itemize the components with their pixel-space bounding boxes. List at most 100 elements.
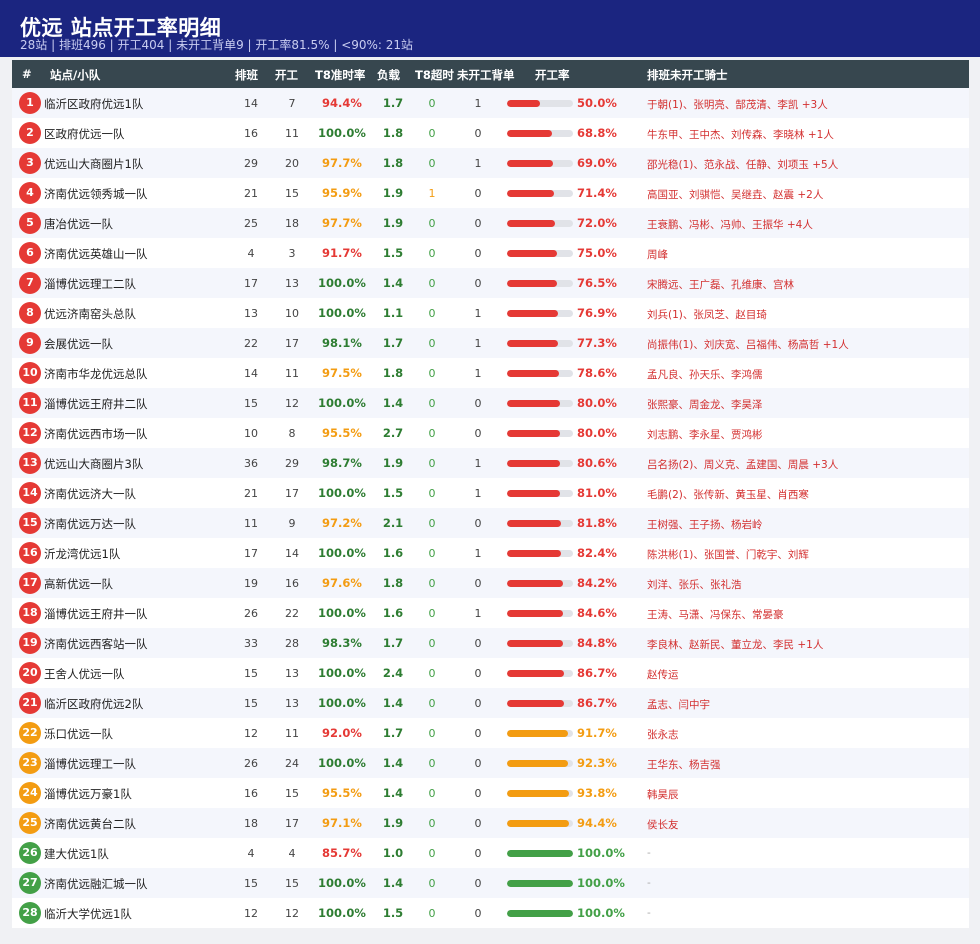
table-row[interactable]: 7 淄博优远理工二队 17 13 100.0% 1.4 0 0 76.5% 宋腾远、王广磊、孔维康… <box>12 268 969 298</box>
rank-badge: 24 <box>19 782 41 804</box>
load-value: 1.7 <box>382 96 404 110</box>
work-rate-value: 50.0% <box>577 96 617 110</box>
table-row[interactable]: 9 会展优远一队 22 17 98.1% 1.7 0 1 77.3% 尚振伟(1)、刘庆宽、吕福伟… <box>12 328 969 358</box>
col-working: 开工 <box>275 68 298 82</box>
work-rate-bar-fill <box>507 820 570 827</box>
table-row[interactable]: 6 济南优远英雄山一队 4 3 91.7% 1.5 0 0 75.0% 周峰 <box>12 238 969 268</box>
not-working-count: 0 <box>474 217 482 230</box>
t8-rate: 98.7% <box>322 456 362 470</box>
load-value: 1.7 <box>382 336 404 350</box>
table-row[interactable]: 10 济南市华龙优远总队 14 11 97.5% 1.8 0 1 78.6% 孟凡良、孙天乐、李鸿… <box>12 358 969 388</box>
t8-rate: 85.7% <box>322 846 362 860</box>
table-row[interactable]: 16 沂龙湾优远1队 17 14 100.0% 1.6 0 1 82.4% 陈洪彬(1)、张国誉、… <box>12 538 969 568</box>
table-row[interactable]: 4 济南优远领秀城一队 21 15 95.9% 1.9 1 0 71.4% 高国亚、刘骐恺、吴继垚… <box>12 178 969 208</box>
not-working-count: 0 <box>474 577 482 590</box>
not-working-count: 1 <box>474 457 482 470</box>
not-working-count: 1 <box>474 157 482 170</box>
table-row[interactable]: 1 临沂区政府优远1队 14 7 94.4% 1.7 0 1 50.0% 于朝(1)、张明亮、郜茂… <box>12 88 969 118</box>
not-working-count: 0 <box>474 397 482 410</box>
t8-overtime-count: 0 <box>428 727 436 740</box>
work-rate-bar-fill <box>507 100 540 107</box>
t8-overtime-count: 0 <box>428 877 436 890</box>
t8-overtime-count: 0 <box>428 847 436 860</box>
table-row[interactable]: 26 建大优远1队 4 4 85.7% 1.0 0 0 100.0% - <box>12 838 969 868</box>
work-rate-bar-fill <box>507 610 563 617</box>
rank-badge: 3 <box>19 152 41 174</box>
table-row[interactable]: 23 淄博优远理工一队 26 24 100.0% 1.4 0 0 92.3% 王华东、杨吉强 <box>12 748 969 778</box>
scheduled-count: 14 <box>244 97 258 110</box>
table-row[interactable]: 8 优远济南窑头总队 13 10 100.0% 1.1 0 1 76.9% 刘兵(1)、张凤芝、赵… <box>12 298 969 328</box>
work-rate-bar-fill <box>507 310 558 317</box>
table-row[interactable]: 13 优远山大商圈片3队 36 29 98.7% 1.9 0 1 80.6% 吕名扬(2)、周义克… <box>12 448 969 478</box>
work-rate-bar <box>507 490 573 497</box>
working-count: 28 <box>285 637 299 650</box>
table-row[interactable]: 27 济南优远融汇城一队 15 15 100.0% 1.4 0 0 100.0% - <box>12 868 969 898</box>
rank-badge: 11 <box>19 392 41 414</box>
table-row[interactable]: 5 唐冶优远一队 25 18 97.7% 1.9 0 0 72.0% 王衰鹏、冯彬、冯帅、王振华 … <box>12 208 969 238</box>
scheduled-count: 33 <box>244 637 258 650</box>
t8-rate: 100.0% <box>318 606 366 620</box>
table-row[interactable]: 17 高新优远一队 19 16 97.6% 1.8 0 0 84.2% 刘洋、张乐、张礼浩 <box>12 568 969 598</box>
load-value: 1.6 <box>382 546 404 560</box>
table-row[interactable]: 21 临沂区政府优远2队 15 13 100.0% 1.4 0 0 86.7% 孟志、闫中宇 <box>12 688 969 718</box>
table-row[interactable]: 2 区政府优远一队 16 11 100.0% 1.8 0 0 68.8% 牛东甲、王中杰、刘传森、… <box>12 118 969 148</box>
rank-badge: 7 <box>19 272 41 294</box>
table-row[interactable]: 3 优远山大商圈片1队 29 20 97.7% 1.8 0 1 69.0% 邵光稳(1)、范永战、… <box>12 148 969 178</box>
working-count: 18 <box>285 217 299 230</box>
work-rate-bar-fill <box>507 190 555 197</box>
rank-badge: 8 <box>19 302 41 324</box>
work-rate-value: 71.4% <box>577 186 617 200</box>
scheduled-count: 22 <box>244 337 258 350</box>
unworked-riders: 高国亚、刘骐恺、吴继垚、赵震 +2人 <box>647 189 824 201</box>
work-rate-bar-fill <box>507 160 553 167</box>
table-row[interactable]: 22 泺口优远一队 12 11 92.0% 1.7 0 0 91.7% 张永志 <box>12 718 969 748</box>
station-name: 会展优远一队 <box>44 337 113 351</box>
t8-rate: 97.5% <box>322 366 362 380</box>
work-rate-bar-fill <box>507 520 561 527</box>
work-rate-bar <box>507 430 573 437</box>
working-count: 29 <box>285 457 299 470</box>
t8-rate: 91.7% <box>322 246 362 260</box>
station-name: 优远济南窑头总队 <box>44 307 136 321</box>
unworked-riders: 王华东、杨吉强 <box>647 759 721 771</box>
unworked-riders: 李良林、赵新民、董立龙、李民 +1人 <box>647 639 824 651</box>
unworked-riders: 尚振伟(1)、刘庆宽、吕福伟、杨高哲 +1人 <box>647 339 849 351</box>
table-row[interactable]: 12 济南优远西市场一队 10 8 95.5% 2.7 0 0 80.0% 刘志鹏、李永星、贾鸿彬 <box>12 418 969 448</box>
table-row[interactable]: 20 王舍人优远一队 15 13 100.0% 2.4 0 0 86.7% 赵传运 <box>12 658 969 688</box>
load-value: 2.4 <box>382 666 404 680</box>
table-row[interactable]: 15 济南优远万达一队 11 9 97.2% 2.1 0 0 81.8% 王树强、王子扬、杨岩岭 <box>12 508 969 538</box>
t8-rate: 95.9% <box>322 186 362 200</box>
station-name: 济南优远融汇城一队 <box>44 877 148 891</box>
table-row[interactable]: 18 淄博优远王府井一队 26 22 100.0% 1.6 0 1 84.6% 王涛、马潇、冯保东… <box>12 598 969 628</box>
work-rate-value: 84.2% <box>577 576 617 590</box>
station-name: 济南优远西市场一队 <box>44 427 148 441</box>
work-rate-value: 78.6% <box>577 366 617 380</box>
work-rate-value: 82.4% <box>577 546 617 560</box>
table-row[interactable]: 25 济南优远黄台二队 18 17 97.1% 1.9 0 0 94.4% 侯长友 <box>12 808 969 838</box>
t8-overtime-count: 0 <box>428 367 436 380</box>
t8-overtime-count: 0 <box>428 607 436 620</box>
unworked-riders: 周峰 <box>647 249 668 261</box>
rank-badge: 14 <box>19 482 41 504</box>
station-name: 济南优远领秀城一队 <box>44 187 148 201</box>
work-rate-bar <box>507 730 573 737</box>
t8-rate: 100.0% <box>318 276 366 290</box>
table-row[interactable]: 14 济南优远济大一队 21 17 100.0% 1.5 0 1 81.0% 毛鹏(2)、张传新、… <box>12 478 969 508</box>
rank-badge: 16 <box>19 542 41 564</box>
t8-overtime-count: 0 <box>428 337 436 350</box>
unworked-riders: 牛东甲、王中杰、刘传森、李晓林 +1人 <box>647 129 834 141</box>
not-working-count: 0 <box>474 637 482 650</box>
work-rate-bar <box>507 550 573 557</box>
work-rate-value: 77.3% <box>577 336 617 350</box>
work-rate-bar <box>507 160 573 167</box>
load-value: 1.6 <box>382 606 404 620</box>
table-row[interactable]: 28 临沂大学优远1队 12 12 100.0% 1.5 0 0 100.0% - <box>12 898 969 928</box>
table-row[interactable]: 11 淄博优远王府井二队 15 12 100.0% 1.4 0 0 80.0% 张熙豪、周金龙、李… <box>12 388 969 418</box>
table-row[interactable]: 19 济南优远西客站一队 33 28 98.3% 1.7 0 0 84.8% 李良林、赵新民、董立… <box>12 628 969 658</box>
working-count: 16 <box>285 577 299 590</box>
table-row[interactable]: 24 淄博优远万豪1队 16 15 95.5% 1.4 0 0 93.8% 韩昊辰 <box>12 778 969 808</box>
work-rate-bar <box>507 280 573 287</box>
not-working-count: 0 <box>474 517 482 530</box>
t8-rate: 100.0% <box>318 486 366 500</box>
t8-overtime-count: 0 <box>428 127 436 140</box>
